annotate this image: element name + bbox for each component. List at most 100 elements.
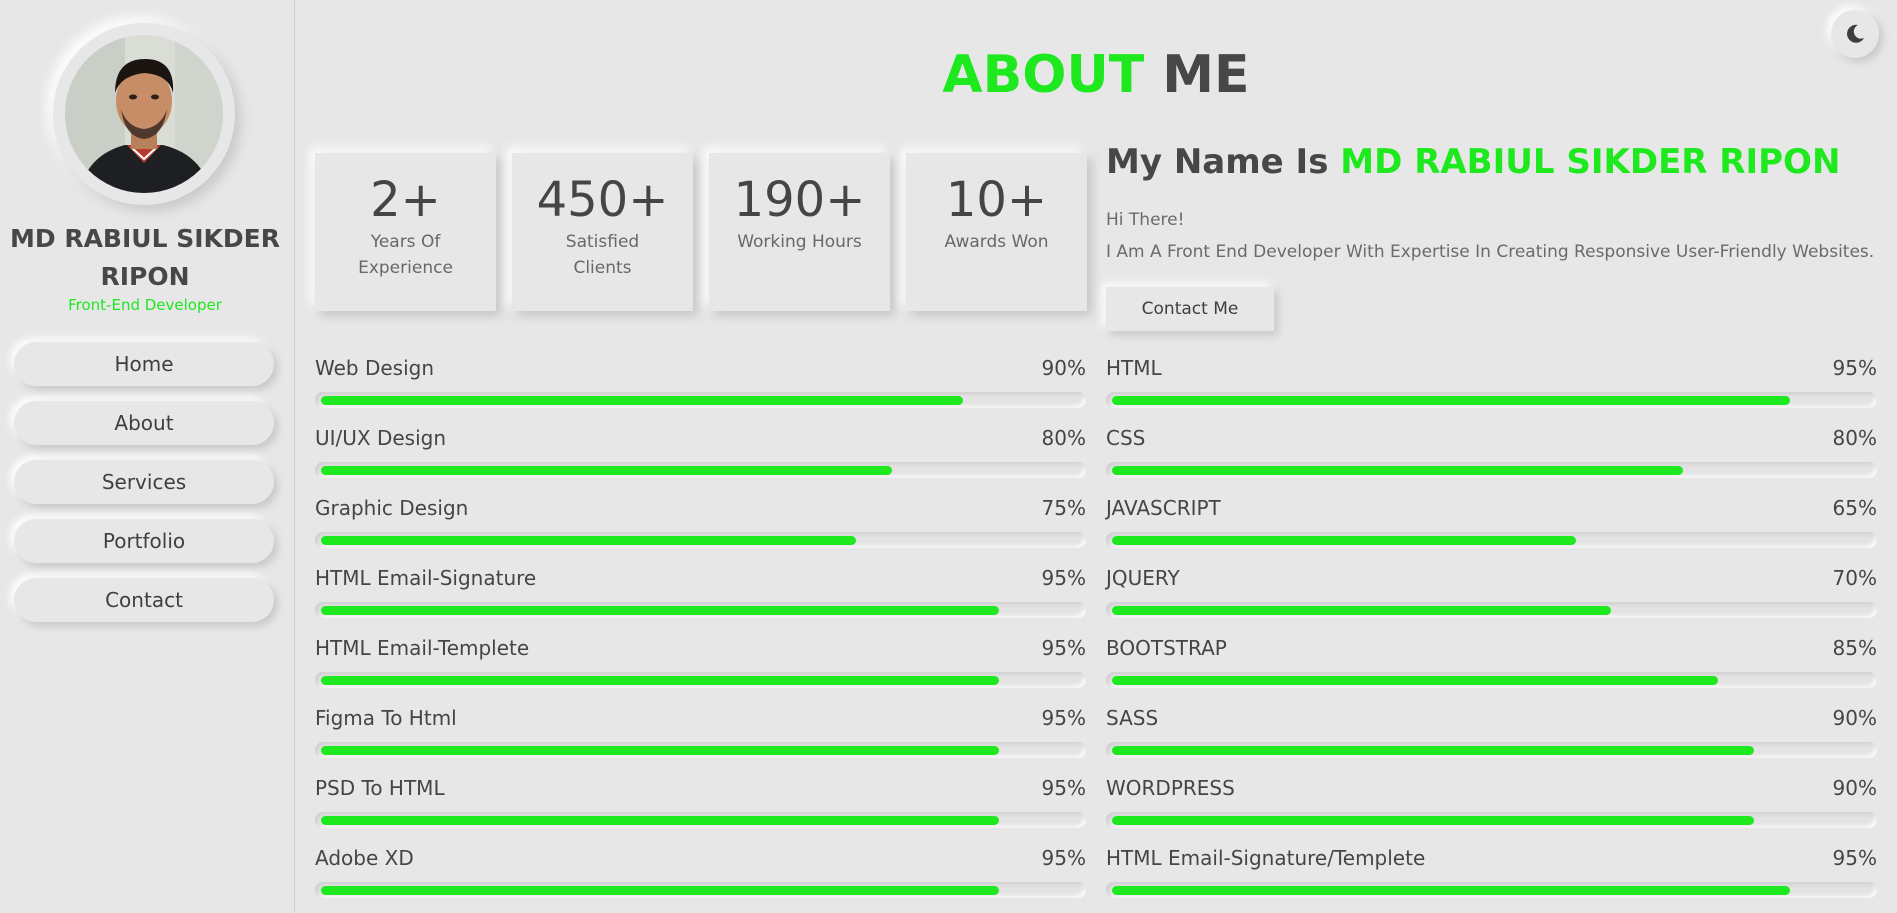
- stat-card: 190+ Working Hours: [709, 153, 890, 311]
- skill-row: Graphic Design 75%: [315, 492, 1086, 562]
- intro-text: I Am A Front End Developer With Expertis…: [1106, 242, 1875, 262]
- skill-row: JAVASCRIPT 65%: [1106, 492, 1877, 562]
- skill-progress-track: [1106, 882, 1877, 898]
- intro-greeting: Hi There!: [1106, 210, 1185, 230]
- skill-progress-track: [1106, 392, 1877, 408]
- skill-percent: 95%: [1832, 356, 1877, 380]
- skill-progress-fill: [1112, 816, 1754, 825]
- skill-progress-fill: [321, 746, 999, 755]
- intro-heading-prefix: My Name Is: [1106, 142, 1329, 182]
- skill-row: WORDPRESS 90%: [1106, 772, 1877, 842]
- nav-portfolio-button[interactable]: Portfolio: [14, 519, 274, 563]
- profile-role: Front-End Developer: [68, 296, 222, 314]
- skill-row: Adobe XD 95%: [315, 842, 1086, 912]
- stat-label: Working Hours: [737, 232, 862, 252]
- skill-percent: 80%: [1041, 426, 1086, 450]
- skill-row: BOOTSTRAP 85%: [1106, 632, 1877, 702]
- skill-name: BOOTSTRAP: [1106, 636, 1227, 660]
- skill-percent: 90%: [1832, 776, 1877, 800]
- stat-label: Years Of Experience: [358, 232, 453, 278]
- skill-row: HTML Email-Signature 95%: [315, 562, 1086, 632]
- skill-progress-track: [1106, 532, 1877, 548]
- skill-progress-fill: [1112, 466, 1683, 475]
- skill-name: JQUERY: [1106, 566, 1180, 590]
- skill-name: HTML Email-Signature/Templete: [1106, 846, 1426, 870]
- skill-percent: 85%: [1832, 636, 1877, 660]
- skill-progress-track: [1106, 462, 1877, 478]
- skill-progress-fill: [1112, 746, 1754, 755]
- stat-card: 2+ Years Of Experience: [315, 153, 496, 311]
- skill-name: SASS: [1106, 706, 1159, 730]
- skill-percent: 95%: [1041, 706, 1086, 730]
- profile-name: MD RABIUL SIKDER RIPON: [10, 224, 280, 291]
- skill-progress-track: [315, 602, 1086, 618]
- skill-row: Web Design 90%: [315, 352, 1086, 422]
- nav-home-button[interactable]: Home: [14, 342, 274, 386]
- skill-percent: 95%: [1041, 566, 1086, 590]
- intro-heading-name: MD RABIUL SIKDER RIPON: [1340, 142, 1841, 182]
- skill-name: Figma To Html: [315, 706, 457, 730]
- skill-name: HTML Email-Signature: [315, 566, 537, 590]
- skill-progress-fill: [321, 886, 999, 895]
- skill-name: CSS: [1106, 426, 1146, 450]
- stat-card: 450+ Satisfied Clients: [512, 153, 693, 311]
- skills-left-column: Web Design 90% UI/UX Design 80% Graphic Desi…: [315, 352, 1086, 912]
- main-nav: Home About Services Portfolio Contact: [14, 342, 274, 637]
- skill-row: JQUERY 70%: [1106, 562, 1877, 632]
- skill-percent: 95%: [1832, 846, 1877, 870]
- skill-progress-track: [315, 392, 1086, 408]
- stat-card: 10+ Awards Won: [906, 153, 1087, 311]
- skill-percent: 95%: [1041, 636, 1086, 660]
- skill-progress-fill: [1112, 886, 1790, 895]
- skill-progress-fill: [321, 676, 999, 685]
- stat-value: 2+: [370, 172, 441, 228]
- nav-about-button[interactable]: About: [14, 401, 274, 445]
- skill-progress-fill: [1112, 396, 1790, 405]
- stat-value: 190+: [733, 172, 866, 228]
- skill-progress-track: [315, 532, 1086, 548]
- stat-label: Awards Won: [944, 232, 1049, 252]
- page-title: ABOUT ME: [295, 44, 1897, 106]
- skill-name: Adobe XD: [315, 846, 414, 870]
- skill-name: WORDPRESS: [1106, 776, 1235, 800]
- skill-row: HTML Email-Templete 95%: [315, 632, 1086, 702]
- skill-name: Graphic Design: [315, 496, 469, 520]
- intro-heading: My Name Is MD RABIUL SIKDER RIPON: [1106, 142, 1840, 182]
- skill-progress-track: [315, 812, 1086, 828]
- skill-progress-track: [1106, 672, 1877, 688]
- skill-progress-fill: [1112, 536, 1576, 545]
- skill-progress-fill: [321, 466, 892, 475]
- skill-progress-fill: [321, 606, 999, 615]
- skill-percent: 75%: [1041, 496, 1086, 520]
- skill-progress-track: [315, 742, 1086, 758]
- nav-contact-button[interactable]: Contact: [14, 578, 274, 622]
- skill-progress-track: [1106, 742, 1877, 758]
- page-title-rest: ME: [1162, 45, 1250, 105]
- skill-progress-fill: [1112, 676, 1718, 685]
- skill-name: UI/UX Design: [315, 426, 447, 450]
- skill-progress-track: [1106, 602, 1877, 618]
- avatar: [65, 35, 223, 193]
- skill-percent: 70%: [1832, 566, 1877, 590]
- skill-progress-track: [315, 462, 1086, 478]
- moon-icon: [1847, 24, 1864, 43]
- stat-label: Satisfied Clients: [565, 232, 640, 278]
- skill-name: JAVASCRIPT: [1106, 496, 1221, 520]
- skill-percent: 90%: [1041, 356, 1086, 380]
- contact-me-button[interactable]: Contact Me: [1106, 287, 1274, 331]
- skill-percent: 95%: [1041, 846, 1086, 870]
- nav-services-button[interactable]: Services: [14, 460, 274, 504]
- skill-progress-track: [315, 672, 1086, 688]
- page-title-accent: ABOUT: [942, 45, 1145, 105]
- sidebar: MD RABIUL SIKDER RIPON Front-End Develop…: [0, 0, 295, 913]
- skill-row: CSS 80%: [1106, 422, 1877, 492]
- skill-progress-fill: [1112, 606, 1611, 615]
- skill-progress-track: [1106, 812, 1877, 828]
- skill-progress-fill: [321, 536, 856, 545]
- skill-progress-fill: [321, 396, 963, 405]
- profile-photo: [65, 35, 223, 193]
- skill-row: SASS 90%: [1106, 702, 1877, 772]
- skill-percent: 95%: [1041, 776, 1086, 800]
- skill-progress-track: [315, 882, 1086, 898]
- skills-right-column: HTML 95% CSS 80% JAVASCRIPT 65% JQUERY 70% BOOTS…: [1106, 352, 1877, 912]
